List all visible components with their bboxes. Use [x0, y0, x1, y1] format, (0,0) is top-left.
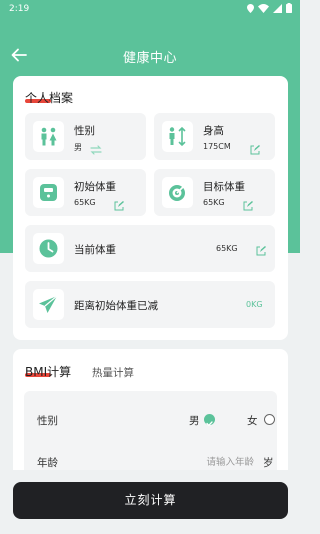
height-value: 175CM	[203, 142, 231, 151]
calculate-button[interactable]: 立刻计算	[13, 482, 288, 519]
target-weight-tile[interactable]: 目标体重 65KG	[154, 169, 275, 216]
initial-weight-value: 65KG	[74, 198, 96, 207]
height-label: 身高	[203, 125, 224, 137]
gender-value: 男	[74, 143, 82, 152]
current-weight-label: 当前体重	[74, 244, 116, 256]
status-icons	[247, 3, 292, 16]
status-bar: 2:19	[0, 0, 300, 18]
profile-section-title: 个人档案	[25, 91, 74, 105]
male-radio[interactable]	[204, 414, 215, 427]
female-radio[interactable]	[264, 414, 275, 425]
gender-icon-box	[33, 121, 64, 152]
battery-icon	[286, 3, 292, 16]
gender-tile[interactable]: 性别 男	[25, 113, 146, 160]
current-weight-icon-box	[33, 233, 64, 264]
tab-bmi[interactable]: BMI计算	[25, 363, 71, 380]
edit-icon[interactable]	[113, 197, 125, 211]
tab-calorie[interactable]: 热量计算	[92, 365, 134, 380]
profile-card: 个人档案 性别 男 身高 175CM 初始体重 65KG 目标体重 65KG 当…	[13, 76, 288, 340]
weight-lost-value: 0KG	[246, 300, 263, 309]
male-option-label: 男	[189, 415, 200, 427]
current-weight-tile[interactable]: 当前体重 65KG	[25, 225, 275, 272]
current-weight-value: 65KG	[216, 244, 238, 253]
age-row-label: 年龄	[37, 457, 58, 469]
signal-icon	[273, 3, 282, 16]
initial-weight-label: 初始体重	[74, 181, 116, 193]
page-title: 健康中心	[122, 51, 177, 66]
gender-row-label: 性别	[37, 415, 58, 427]
height-tile[interactable]: 身高 175CM	[154, 113, 275, 160]
age-unit: 岁	[263, 457, 274, 469]
initial-weight-tile[interactable]: 初始体重 65KG	[25, 169, 146, 216]
edit-icon[interactable]	[249, 141, 261, 155]
weight-lost-tile: 距离初始体重已减 0KG	[25, 281, 275, 328]
calculator-card: BMI计算 热量计算 性别 男 女 年龄 岁	[13, 349, 288, 479]
location-icon	[247, 3, 254, 16]
weight-lost-icon-box	[33, 289, 64, 320]
app-bar: 健康中心	[0, 40, 300, 72]
edit-icon[interactable]	[255, 242, 267, 256]
target-weight-icon-box	[162, 177, 193, 208]
target-weight-value: 65KG	[203, 198, 225, 207]
wifi-icon	[258, 3, 269, 16]
status-time: 2:19	[9, 4, 30, 14]
edit-icon[interactable]	[242, 197, 254, 211]
female-option-label: 女	[247, 415, 258, 427]
target-weight-label: 目标体重	[203, 181, 245, 193]
weight-lost-label: 距离初始体重已减	[74, 300, 158, 312]
height-icon-box	[162, 121, 193, 152]
swap-icon[interactable]	[90, 141, 102, 155]
age-input[interactable]	[154, 454, 254, 470]
gender-label: 性别	[74, 125, 95, 137]
bmi-form: 性别 男 女 年龄 岁	[24, 391, 277, 479]
bottom-bar: 立刻计算	[0, 470, 300, 534]
initial-weight-icon-box	[33, 177, 64, 208]
